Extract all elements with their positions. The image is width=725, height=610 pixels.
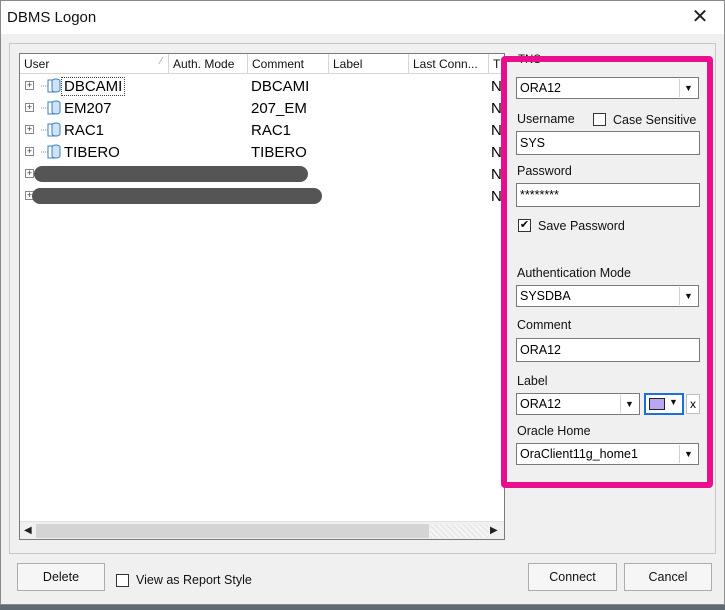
redaction-bar	[32, 188, 322, 204]
delete-button[interactable]: Delete	[17, 563, 105, 591]
row-comment: RAC1	[251, 122, 292, 139]
chevron-down-icon[interactable]: ▼	[669, 397, 678, 407]
row-type: N	[491, 166, 502, 183]
scroll-left-icon[interactable]: ◀	[24, 525, 32, 536]
comment-label: Comment	[517, 318, 572, 332]
chevron-down-icon[interactable]: ▼	[679, 445, 697, 463]
row-type: N	[491, 78, 502, 95]
row-user: RAC1	[64, 122, 105, 139]
username-label: Username	[517, 112, 575, 126]
row-comment: DBCAMI	[251, 78, 310, 95]
expand-icon[interactable]: +	[25, 147, 34, 156]
database-icon	[41, 100, 61, 115]
row-comment: TIBERO	[251, 144, 307, 161]
password-field[interactable]: ********	[516, 183, 700, 207]
row-type: N	[491, 122, 502, 139]
report-style-checkbox[interactable]	[116, 574, 129, 587]
window-title: DBMS Logon	[7, 9, 97, 26]
row-type: N	[491, 100, 502, 117]
label-color-picker[interactable]: ▼	[644, 393, 684, 415]
database-icon	[41, 144, 61, 159]
connection-list[interactable]: User ⁄ Auth. Mode Comment Label Last Conn…	[19, 53, 505, 540]
scroll-right-icon[interactable]: ▶	[490, 525, 498, 536]
cancel-button[interactable]: Cancel	[624, 563, 712, 591]
column-header-t[interactable]: T	[489, 54, 504, 74]
database-icon	[41, 78, 61, 93]
horizontal-scrollbar[interactable]: ◀ ▶	[20, 521, 504, 539]
list-item[interactable]: + RAC1 RAC1 N	[20, 119, 504, 141]
expand-icon[interactable]: +	[25, 125, 34, 134]
column-header-label[interactable]: Label	[329, 54, 409, 74]
expand-icon[interactable]: +	[25, 103, 34, 112]
save-password-checkbox[interactable]: ✔	[518, 219, 531, 232]
list-item[interactable]: + N	[20, 163, 504, 185]
column-header-auth-mode[interactable]: Auth. Mode	[169, 54, 248, 74]
sort-icon: ⁄	[160, 56, 162, 67]
expand-icon[interactable]: +	[25, 169, 34, 178]
report-style-label: View as Report Style	[136, 573, 252, 587]
label-select[interactable]: ORA12 ▼	[516, 393, 640, 415]
case-sensitive-label: Case Sensitive	[613, 113, 697, 127]
close-icon[interactable]: ✕	[688, 5, 712, 29]
database-icon	[41, 122, 61, 137]
list-item[interactable]: + DBCAMI DBCAMI N	[20, 75, 504, 97]
row-user: DBCAMI	[60, 77, 126, 96]
label-label: Label	[517, 374, 548, 388]
column-header-user[interactable]: User ⁄	[20, 54, 169, 74]
list-item[interactable]: + EM207 207_EM N	[20, 97, 504, 119]
comment-field[interactable]: ORA12	[516, 338, 700, 362]
tns-select[interactable]: ORA12 ▼	[516, 77, 699, 99]
chevron-down-icon[interactable]: ▼	[679, 287, 697, 305]
clear-label-button[interactable]: x	[686, 394, 700, 414]
color-swatch	[649, 398, 665, 410]
oracle-home-label: Oracle Home	[517, 424, 591, 438]
list-item[interactable]: + N	[20, 185, 504, 207]
expand-icon[interactable]: +	[25, 81, 34, 90]
oracle-home-select[interactable]: OraClient11g_home1 ▼	[516, 443, 699, 465]
row-user: TIBERO	[64, 144, 120, 161]
auth-mode-label: Authentication Mode	[517, 266, 631, 280]
row-user: EM207	[64, 100, 112, 117]
title-bar: DBMS Logon ✕	[1, 1, 724, 34]
tns-label: TNS	[518, 54, 541, 66]
dbms-logon-dialog: DBMS Logon ✕ User ⁄ Auth. Mode Comment La…	[0, 0, 725, 605]
save-password-label: Save Password	[538, 219, 625, 233]
username-field[interactable]: SYS	[516, 131, 700, 155]
scroll-thumb[interactable]	[36, 524, 429, 538]
redaction-bar	[34, 166, 308, 182]
row-type: N	[491, 144, 502, 161]
list-item[interactable]: + TIBERO TIBERO N	[20, 141, 504, 163]
password-label: Password	[517, 164, 572, 178]
row-type: N	[491, 188, 502, 205]
connect-button[interactable]: Connect	[528, 563, 617, 591]
column-header-last-connected[interactable]: Last Conn...	[409, 54, 489, 74]
auth-mode-select[interactable]: SYSDBA ▼	[516, 285, 699, 307]
chevron-down-icon[interactable]: ▼	[679, 79, 697, 97]
list-header: User ⁄ Auth. Mode Comment Label Last Conn…	[20, 54, 504, 74]
scroll-track[interactable]	[430, 524, 488, 538]
case-sensitive-checkbox[interactable]	[593, 113, 606, 126]
row-comment: 207_EM	[251, 100, 307, 117]
column-header-comment[interactable]: Comment	[248, 54, 329, 74]
chevron-down-icon[interactable]: ▼	[620, 395, 638, 413]
